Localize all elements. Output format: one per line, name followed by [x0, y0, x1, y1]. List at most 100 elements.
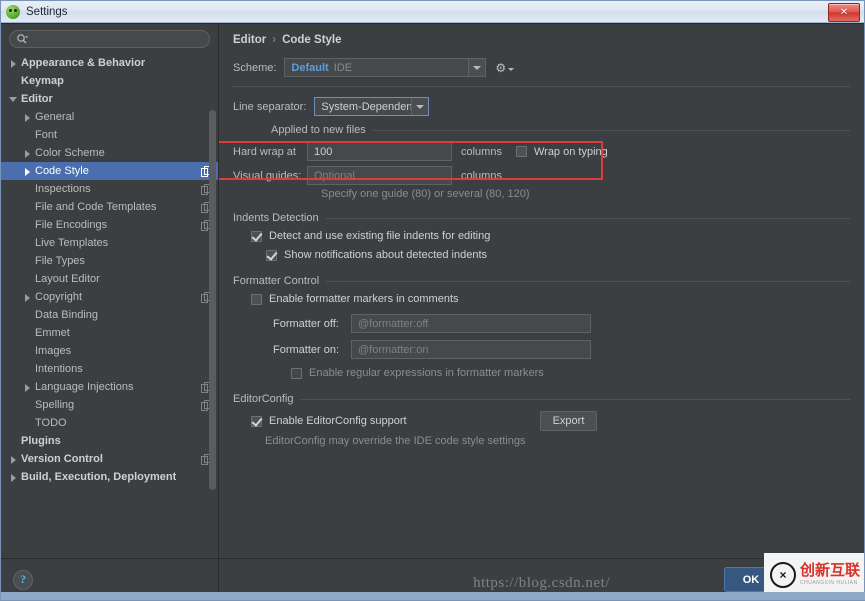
applied-to-new-files-label: Applied to new files: [271, 124, 366, 136]
sidebar-item-todo[interactable]: TODO: [1, 414, 218, 432]
sidebar-item-editor[interactable]: Editor: [1, 90, 218, 108]
detect-indents-row[interactable]: Detect and use existing file indents for…: [251, 230, 850, 242]
line-separator-combobox[interactable]: System-Dependent: [314, 97, 430, 116]
enable-regex-row[interactable]: Enable regular expressions in formatter …: [291, 367, 850, 379]
breadcrumb-separator-icon: ›: [272, 34, 277, 46]
hard-wrap-value: 100: [314, 145, 333, 158]
sidebar-item-label: File and Code Templates: [35, 201, 157, 213]
sidebar-item-data-binding[interactable]: Data Binding: [1, 306, 218, 324]
title-bar: Settings ✕: [1, 1, 864, 23]
scheme-settings-button[interactable]: ⚙: [495, 62, 515, 74]
idea-logo-icon: [6, 4, 20, 19]
enable-markers-row[interactable]: Enable formatter markers in comments: [251, 293, 850, 305]
sidebar-item-appearance-behavior[interactable]: Appearance & Behavior: [1, 54, 218, 72]
sidebar-item-inspections[interactable]: Inspections: [1, 180, 218, 198]
sidebar-item-version-control[interactable]: Version Control: [1, 450, 218, 468]
formatter-off-input[interactable]: @formatter:off: [351, 314, 591, 333]
wrap-on-typing-checkbox[interactable]: [515, 146, 527, 157]
sidebar-item-label: General: [35, 111, 75, 123]
editorconfig-enable-row: Enable EditorConfig support Export: [251, 411, 850, 431]
help-button[interactable]: ?: [13, 569, 33, 590]
visual-guides-row: Visual guides: Optional columns: [233, 166, 850, 185]
chevron-right-icon[interactable]: [23, 113, 32, 122]
sidebar-item-color-scheme[interactable]: Color Scheme: [1, 144, 218, 162]
watermark-logo-icon: ×: [770, 561, 796, 588]
formatter-on-input[interactable]: @formatter:on: [351, 340, 591, 359]
search-icon: [16, 33, 28, 45]
sidebar-item-layout-editor[interactable]: Layout Editor: [1, 270, 218, 288]
sidebar-item-copyright[interactable]: Copyright: [1, 288, 218, 306]
sidebar-item-spelling[interactable]: Spelling: [1, 396, 218, 414]
search-input[interactable]: [31, 32, 203, 46]
sidebar-item-images[interactable]: Images: [1, 342, 218, 360]
enable-regex-checkbox[interactable]: [291, 367, 302, 379]
sidebar-item-emmet[interactable]: Emmet: [1, 324, 218, 342]
sidebar-item-file-types[interactable]: File Types: [1, 252, 218, 270]
show-notifications-checkbox[interactable]: [266, 249, 277, 261]
sidebar-scrollbar-thumb[interactable]: [209, 110, 216, 490]
sidebar-item-label: Copyright: [35, 291, 83, 303]
enable-formatter-markers-checkbox[interactable]: [251, 293, 262, 305]
sidebar-item-label: Keymap: [21, 75, 64, 87]
settings-window: Settings ✕ Appearance & Behavior Keymap …: [0, 0, 865, 601]
chevron-right-icon[interactable]: [23, 383, 32, 392]
sidebar-item-live-templates[interactable]: Live Templates: [1, 234, 218, 252]
scheme-value-secondary: IDE: [333, 61, 353, 74]
visual-guides-input[interactable]: Optional: [307, 166, 452, 185]
sidebar-item-code-style[interactable]: Code Style: [1, 162, 218, 180]
chevron-right-icon[interactable]: [9, 59, 18, 68]
scheme-dropdown-arrow[interactable]: [468, 59, 486, 76]
sidebar-item-label: Live Templates: [35, 237, 109, 249]
scheme-combobox[interactable]: Default IDE: [284, 58, 487, 77]
sidebar-item-language-injections[interactable]: Language Injections: [1, 378, 218, 396]
show-notifications-row[interactable]: Show notifications about detected indent…: [266, 249, 850, 261]
hard-wrap-input[interactable]: 100: [307, 142, 452, 161]
breadcrumb-parent[interactable]: Editor: [233, 34, 266, 46]
enable-editorconfig-checkbox[interactable]: [251, 415, 262, 427]
enable-formatter-markers-label: Enable formatter markers in comments: [269, 293, 459, 305]
applied-to-new-files-title: Applied to new files: [233, 124, 850, 136]
chevron-right-icon[interactable]: [23, 149, 32, 158]
sidebar-item-file-encodings[interactable]: File Encodings: [1, 216, 218, 234]
chevron-right-icon[interactable]: [23, 167, 32, 176]
formatter-on-value: @formatter:on: [358, 343, 429, 356]
line-separator-label: Line separator:: [233, 100, 307, 113]
sidebar-item-intentions[interactable]: Intentions: [1, 360, 218, 378]
wrap-on-typing-label[interactable]: Wrap on typing: [534, 146, 608, 158]
sidebar-item-font[interactable]: Font: [1, 126, 218, 144]
ok-button-label: OK: [742, 573, 760, 586]
sidebar-item-build-execution-deployment[interactable]: Build, Execution, Deployment: [1, 468, 218, 486]
watermark-logo-en: CHUANGXIN HULIAN: [800, 580, 858, 586]
group-divider-line: [325, 217, 850, 219]
sidebar-item-plugins[interactable]: Plugins: [1, 432, 218, 450]
chevron-right-icon[interactable]: [9, 473, 18, 482]
sidebar-item-general[interactable]: General: [1, 108, 218, 126]
sidebar-item-label: Build, Execution, Deployment: [21, 471, 177, 483]
detect-indents-label: Detect and use existing file indents for…: [269, 230, 491, 242]
desktop-strip: [1, 592, 865, 600]
visual-guides-label: Visual guides:: [233, 169, 302, 182]
settings-tree[interactable]: Appearance & Behavior Keymap Editor General…: [1, 52, 218, 558]
sidebar-item-label: Data Binding: [35, 309, 98, 321]
search-box[interactable]: [9, 30, 210, 48]
sidebar-item-keymap[interactable]: Keymap: [1, 72, 218, 90]
scheme-value-primary: Default: [291, 61, 329, 74]
editorconfig-title: EditorConfig: [233, 393, 850, 405]
detect-indents-checkbox[interactable]: [251, 230, 262, 242]
close-button[interactable]: ✕: [828, 3, 860, 22]
line-separator-dropdown-arrow[interactable]: [411, 98, 429, 115]
editorconfig-hint: EditorConfig may override the IDE code s…: [265, 435, 526, 447]
sidebar-item-file-and-code-templates[interactable]: File and Code Templates: [1, 198, 218, 216]
line-separator-row: Line separator: System-Dependent: [233, 97, 850, 116]
export-button[interactable]: Export: [539, 411, 598, 431]
chevron-right-icon[interactable]: [9, 455, 18, 464]
window-title: Settings: [26, 5, 68, 18]
chevron-down-icon[interactable]: [9, 95, 18, 104]
chevron-right-icon[interactable]: [23, 293, 32, 302]
